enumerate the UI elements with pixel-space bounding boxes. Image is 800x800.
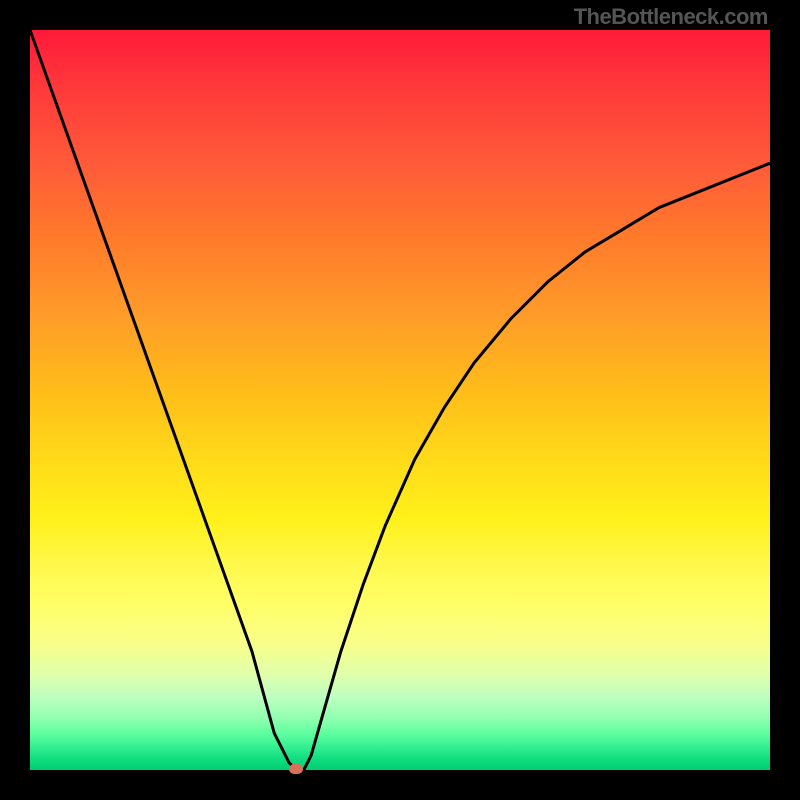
optimal-marker <box>289 764 303 774</box>
curve-line <box>30 30 770 770</box>
bottleneck-curve <box>30 30 770 770</box>
plot-area <box>30 30 770 770</box>
watermark-text: TheBottleneck.com <box>574 4 768 30</box>
